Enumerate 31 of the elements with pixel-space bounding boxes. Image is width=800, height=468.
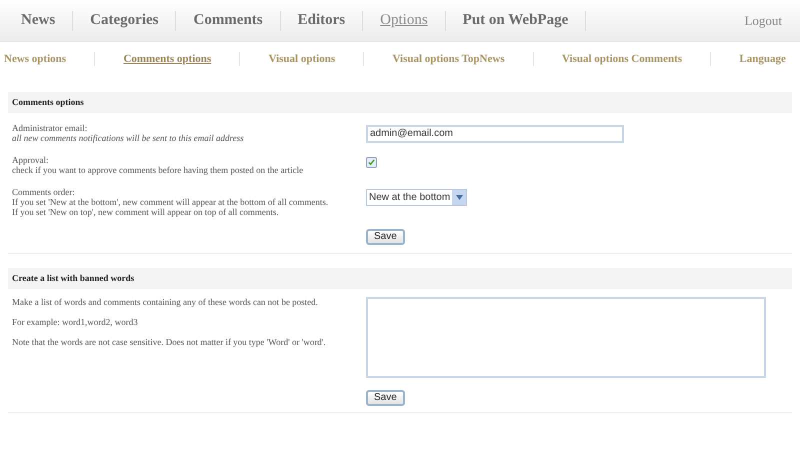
email-field[interactable]: admin@email.com [366, 125, 624, 143]
subnav-tab[interactable]: Visual options TopNews [392, 50, 505, 68]
nav-tab[interactable]: Put on WebPage [446, 9, 586, 32]
subnav-tab[interactable]: Visual options Comments [562, 50, 682, 68]
subnav-tab[interactable]: Comments options [123, 50, 212, 68]
checkmark-icon [368, 159, 375, 166]
nav-tab[interactable]: Options [363, 9, 445, 32]
help-text: Note that the words are not case sensitive. Does not matter if you type 'Word' or 'word'. [12, 337, 327, 347]
subnav-tab[interactable]: News options [4, 50, 66, 68]
help-text: Make a list of words and comments containing any of these words can not be posted. [12, 297, 319, 307]
help-text: For example: word1,word2, word3 [12, 317, 139, 327]
field-label: Administrator email: [12, 123, 88, 133]
subnav-tab[interactable]: Language [739, 50, 786, 68]
order-select[interactable]: New at the bottom [366, 189, 468, 206]
field-label: Approval: [12, 155, 50, 165]
nav-tab[interactable]: News [4, 9, 72, 32]
logout-link[interactable]: Logout [744, 10, 782, 30]
approval-checkbox[interactable] [366, 157, 377, 168]
subnav-tab[interactable]: Visual options [268, 50, 336, 68]
select-value: New at the bottom [368, 192, 452, 202]
field-description: If you set 'New at the bottom', new comment will appear at the bottom of all comments. If you set 'New on top', new comment will appear on top of all comments. [12, 197, 330, 217]
save-button[interactable]: Save [366, 229, 405, 245]
nav-tab[interactable]: Comments [176, 9, 280, 32]
nav-tab[interactable]: Categories [73, 9, 176, 32]
field-description: all new comments notifications will be sent to this email address [12, 133, 245, 143]
section-header: Comments options [8, 92, 792, 113]
save-button[interactable]: Save [366, 390, 405, 406]
field-description: check if you want to approve comments before having them posted on the article [12, 165, 304, 175]
nav-tab[interactable]: Editors [280, 9, 362, 32]
section-header: Create a list with banned words [8, 268, 792, 289]
field-label: Comments order: [12, 187, 76, 197]
